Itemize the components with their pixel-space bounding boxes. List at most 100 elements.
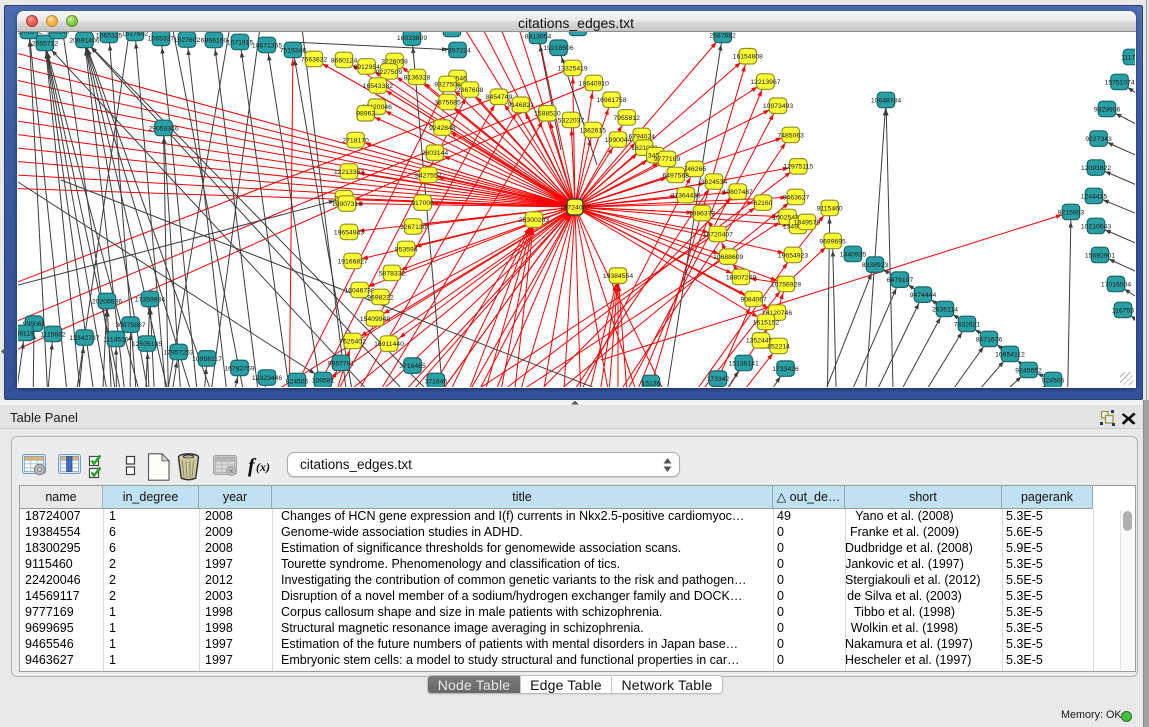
- svg-text:16961758: 16961758: [596, 97, 626, 104]
- svg-text:9777169: 9777169: [653, 156, 680, 163]
- svg-text:1990044: 1990044: [604, 137, 631, 144]
- svg-text:16911440: 16911440: [374, 341, 404, 348]
- svg-text:10671355: 10671355: [251, 42, 281, 49]
- svg-text:1615152: 1615152: [752, 319, 779, 326]
- svg-text:10688609: 10688609: [713, 254, 743, 261]
- svg-text:9227509: 9227509: [375, 69, 402, 76]
- svg-text:9245652: 9245652: [1015, 367, 1042, 374]
- svg-text:1115682: 1115682: [40, 331, 66, 338]
- svg-text:3716465: 3716465: [399, 363, 426, 370]
- svg-text:10907316: 10907316: [331, 201, 361, 208]
- svg-text:2367608: 2367608: [456, 87, 483, 94]
- svg-text:8813054: 8813054: [524, 33, 551, 40]
- svg-text:10756928: 10756928: [770, 281, 800, 288]
- svg-text:10958117: 10958117: [192, 356, 222, 363]
- svg-text:16154808: 16154808: [732, 54, 762, 61]
- svg-text:12093822: 12093822: [1080, 165, 1110, 172]
- svg-text:39119: 39119: [18, 330, 34, 337]
- svg-text:7986372: 7986372: [688, 211, 715, 218]
- svg-text:6497568: 6497568: [662, 172, 689, 179]
- svg-text:8471676: 8471676: [975, 336, 1002, 343]
- svg-text:7625402: 7625402: [339, 338, 366, 345]
- svg-text:12323446: 12323446: [251, 375, 281, 382]
- svg-text:252214: 252214: [767, 343, 790, 350]
- svg-text:7432621: 7432621: [953, 321, 980, 328]
- svg-text:1065325: 1065325: [95, 32, 122, 39]
- svg-text:19218506: 19218506: [543, 45, 573, 52]
- svg-text:10973493: 10973493: [762, 103, 792, 110]
- svg-text:62160: 62160: [753, 200, 772, 207]
- svg-text:(x): (x): [256, 460, 270, 474]
- svg-text:18724007: 18724007: [559, 204, 589, 211]
- svg-text:996140: 996140: [46, 32, 69, 35]
- svg-text:9242848: 9242848: [429, 125, 456, 132]
- svg-text:371646: 371646: [424, 378, 447, 385]
- svg-text:9699695: 9699695: [819, 238, 846, 245]
- svg-text:13325419: 13325419: [557, 65, 587, 72]
- svg-text:9084067: 9084067: [740, 296, 767, 303]
- svg-text:6479197: 6479197: [886, 277, 913, 284]
- svg-text:6966160: 6966160: [200, 37, 227, 44]
- svg-text:2687682: 2687682: [709, 32, 736, 39]
- svg-text:15692901: 15692901: [1084, 252, 1114, 259]
- svg-text:3267130: 3267130: [399, 224, 426, 231]
- svg-text:1362615: 1362615: [579, 127, 606, 134]
- svg-text:10648784: 10648784: [870, 97, 900, 104]
- svg-text:7485063: 7485063: [777, 132, 804, 139]
- svg-text:9463627: 9463627: [782, 194, 809, 201]
- svg-text:8938923: 8938923: [861, 262, 888, 269]
- svg-text:20206536: 20206536: [91, 298, 121, 305]
- svg-text:9227343: 9227343: [1085, 136, 1112, 143]
- svg-text:9329906: 9329906: [1093, 106, 1120, 113]
- svg-text:18807249: 18807249: [725, 274, 755, 281]
- svg-text:10654112: 10654112: [995, 351, 1025, 358]
- svg-text:173342: 173342: [706, 376, 729, 383]
- svg-text:15720407: 15720407: [702, 231, 732, 238]
- svg-text:30975887: 30975887: [115, 322, 145, 329]
- svg-text:10807487: 10807487: [722, 189, 752, 196]
- svg-text:12342737: 12342737: [69, 335, 99, 342]
- svg-text:2935114: 2935114: [932, 306, 958, 313]
- svg-text:2718170: 2718170: [342, 138, 369, 145]
- svg-text:824505: 824505: [285, 378, 308, 385]
- svg-text:3875685: 3875685: [434, 99, 461, 106]
- svg-text:9857791: 9857791: [327, 360, 354, 367]
- svg-text:7357224: 7357224: [444, 47, 471, 54]
- svg-text:16033809: 16033809: [396, 35, 426, 42]
- svg-text:1603381: 1603381: [438, 32, 465, 33]
- svg-text:111753: 111753: [1121, 54, 1135, 61]
- svg-text:3624534: 3624534: [700, 179, 727, 186]
- svg-text:109581: 109581: [311, 377, 334, 384]
- svg-text:7515346: 7515346: [279, 47, 306, 54]
- svg-text:19654923: 19654923: [777, 252, 807, 259]
- svg-text:25300203: 25300203: [518, 217, 548, 224]
- svg-text:16782759: 16782759: [224, 365, 254, 372]
- svg-text:15409949: 15409949: [359, 316, 389, 323]
- svg-text:9215953: 9215953: [1057, 209, 1084, 216]
- svg-text:12975115: 12975115: [783, 164, 813, 171]
- svg-text:5322037: 5322037: [557, 117, 584, 124]
- svg-text:9474444: 9474444: [909, 292, 936, 299]
- svg-text:12505135: 12505135: [131, 341, 161, 348]
- svg-text:7663822: 7663822: [300, 56, 327, 63]
- svg-text:17016504: 17016504: [1100, 281, 1130, 288]
- svg-text:15136: 15136: [641, 380, 660, 387]
- svg-text:7955812: 7955812: [613, 115, 640, 122]
- svg-text:924505: 924505: [1041, 377, 1064, 384]
- svg-text:9698222: 9698222: [367, 294, 394, 301]
- svg-text:1733426: 1733426: [772, 366, 799, 373]
- svg-text:1071915: 1071915: [226, 39, 253, 46]
- svg-text:1244415: 1244415: [1080, 193, 1107, 200]
- svg-text:1527602: 1527602: [173, 37, 200, 44]
- svg-text:2055712: 2055712: [31, 40, 58, 47]
- svg-text:917006: 917006: [411, 200, 434, 207]
- svg-text:29053346: 29053346: [148, 125, 178, 132]
- svg-text:17359934: 17359934: [134, 296, 164, 303]
- svg-text:16543382: 16543382: [362, 83, 392, 90]
- svg-text:98963: 98963: [356, 111, 375, 118]
- svg-text:2803144: 2803144: [421, 150, 448, 157]
- svg-text:1527602: 1527602: [121, 32, 148, 37]
- svg-text:8427552: 8427552: [415, 172, 442, 179]
- svg-text:19166827: 19166827: [337, 258, 367, 265]
- svg-text:19384554: 19384554: [602, 273, 632, 280]
